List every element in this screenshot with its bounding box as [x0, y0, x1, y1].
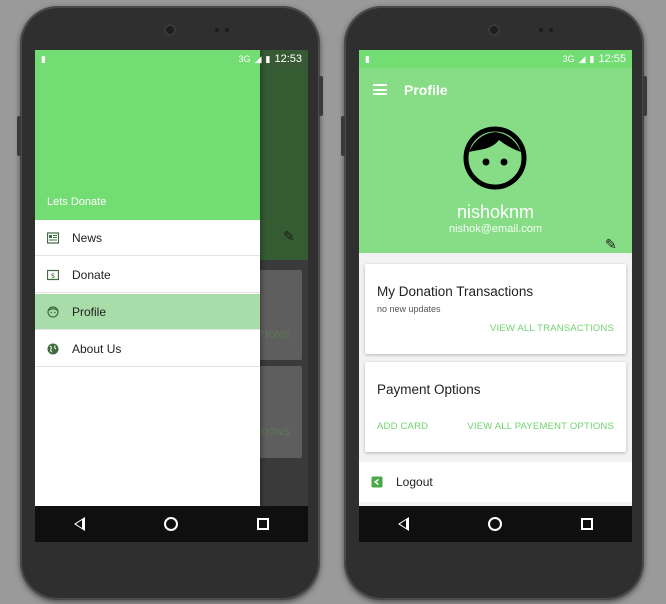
- logout-icon: [371, 476, 383, 488]
- phone-frame-left: ✎ TIONS TIONS Lets Donate News $ Donate: [17, 6, 323, 600]
- recents-icon[interactable]: [256, 518, 269, 530]
- battery-icon: ▮: [265, 53, 271, 64]
- dimmed-card-text: TIONS: [259, 330, 290, 341]
- recents-icon[interactable]: [580, 518, 593, 530]
- avatar: [463, 126, 527, 190]
- screen-right: Profile nishoknm nishok@email.com ✎ My D…: [359, 50, 632, 542]
- sim-card-icon: ▮: [365, 53, 370, 64]
- sim-card-icon: ▮: [41, 53, 46, 64]
- profile-name: nishoknm: [456, 202, 535, 222]
- pencil-icon: ✎: [283, 228, 295, 244]
- phone-frame-right: Profile nishoknm nishok@email.com ✎ My D…: [341, 6, 647, 600]
- navigation-drawer: Lets Donate News $ Donate Profile About …: [35, 50, 260, 506]
- toolbar-title: Profile: [404, 82, 448, 98]
- dimmed-card: [255, 366, 302, 458]
- drawer-item-label: About Us: [72, 341, 122, 356]
- card-title: Payment Options: [377, 382, 481, 397]
- sensor-dot: [225, 28, 229, 32]
- logout-button[interactable]: Logout: [359, 462, 632, 502]
- svg-text:$: $: [51, 272, 55, 280]
- donation-transactions-card: My Donation Transactions no new updates …: [365, 264, 626, 354]
- drawer-header: Lets Donate: [35, 50, 260, 220]
- volume-button: [341, 116, 345, 156]
- pencil-edit-icon[interactable]: ✎: [605, 236, 617, 253]
- signal-icon: ◢: [254, 53, 262, 64]
- network-type: 3G: [238, 54, 251, 64]
- donate-icon: $: [47, 269, 59, 281]
- add-card-link[interactable]: ADD CARD: [377, 421, 428, 432]
- drawer-header-title: Lets Donate: [47, 196, 107, 208]
- speaker-grille: [164, 24, 176, 36]
- speaker-grille: [488, 24, 500, 36]
- logout-label: Logout: [396, 475, 433, 489]
- battery-icon: ▮: [589, 53, 595, 64]
- status-bar: ▮ 3G ◢ ▮ 12:55: [359, 50, 632, 68]
- status-time: 12:53: [274, 53, 302, 65]
- system-nav-bar: [35, 506, 308, 542]
- system-nav-bar: [359, 506, 632, 542]
- view-all-payment-options-link[interactable]: VIEW ALL PAYEMENT OPTIONS: [467, 421, 614, 432]
- power-button: [643, 76, 647, 116]
- news-icon: [47, 231, 59, 244]
- drawer-item-news[interactable]: News: [35, 220, 260, 256]
- drawer-item-label: News: [72, 230, 103, 245]
- home-icon[interactable]: [487, 517, 502, 531]
- drawer-item-label: Profile: [72, 304, 107, 319]
- network-type: 3G: [562, 54, 575, 64]
- signal-icon: ◢: [578, 53, 586, 64]
- card-subtitle: no new updates: [377, 304, 441, 314]
- home-icon[interactable]: [163, 517, 178, 531]
- sensor-dot: [215, 28, 219, 32]
- status-time: 12:55: [598, 53, 626, 65]
- volume-button: [17, 116, 21, 156]
- screen-left: ✎ TIONS TIONS Lets Donate News $ Donate: [35, 50, 308, 542]
- status-bar: ▮ 3G ◢ ▮ 12:53: [35, 50, 308, 68]
- profile-icon: [47, 305, 59, 318]
- dimmed-card-text: TIONS: [259, 427, 290, 438]
- drawer-item-label: Donate: [72, 267, 111, 282]
- profile-header: Profile nishoknm nishok@email.com ✎: [359, 68, 632, 253]
- power-button: [319, 76, 323, 116]
- dimmed-card: [255, 270, 302, 360]
- profile-email: nishok@email.com: [448, 223, 543, 235]
- payment-options-card: Payment Options ADD CARD VIEW ALL PAYEME…: [365, 362, 626, 452]
- back-icon[interactable]: [74, 517, 86, 531]
- view-all-transactions-link[interactable]: VIEW ALL TRANSACTIONS: [490, 323, 614, 334]
- drawer-item-about-us[interactable]: About Us: [35, 331, 260, 367]
- back-icon[interactable]: [398, 517, 410, 531]
- hamburger-menu-icon[interactable]: [373, 84, 387, 95]
- sensor-dot: [539, 28, 543, 32]
- sensor-dot: [549, 28, 553, 32]
- drawer-item-donate[interactable]: $ Donate: [35, 257, 260, 293]
- card-title: My Donation Transactions: [377, 284, 534, 299]
- globe-icon: [47, 343, 59, 355]
- drawer-item-profile[interactable]: Profile: [35, 294, 260, 330]
